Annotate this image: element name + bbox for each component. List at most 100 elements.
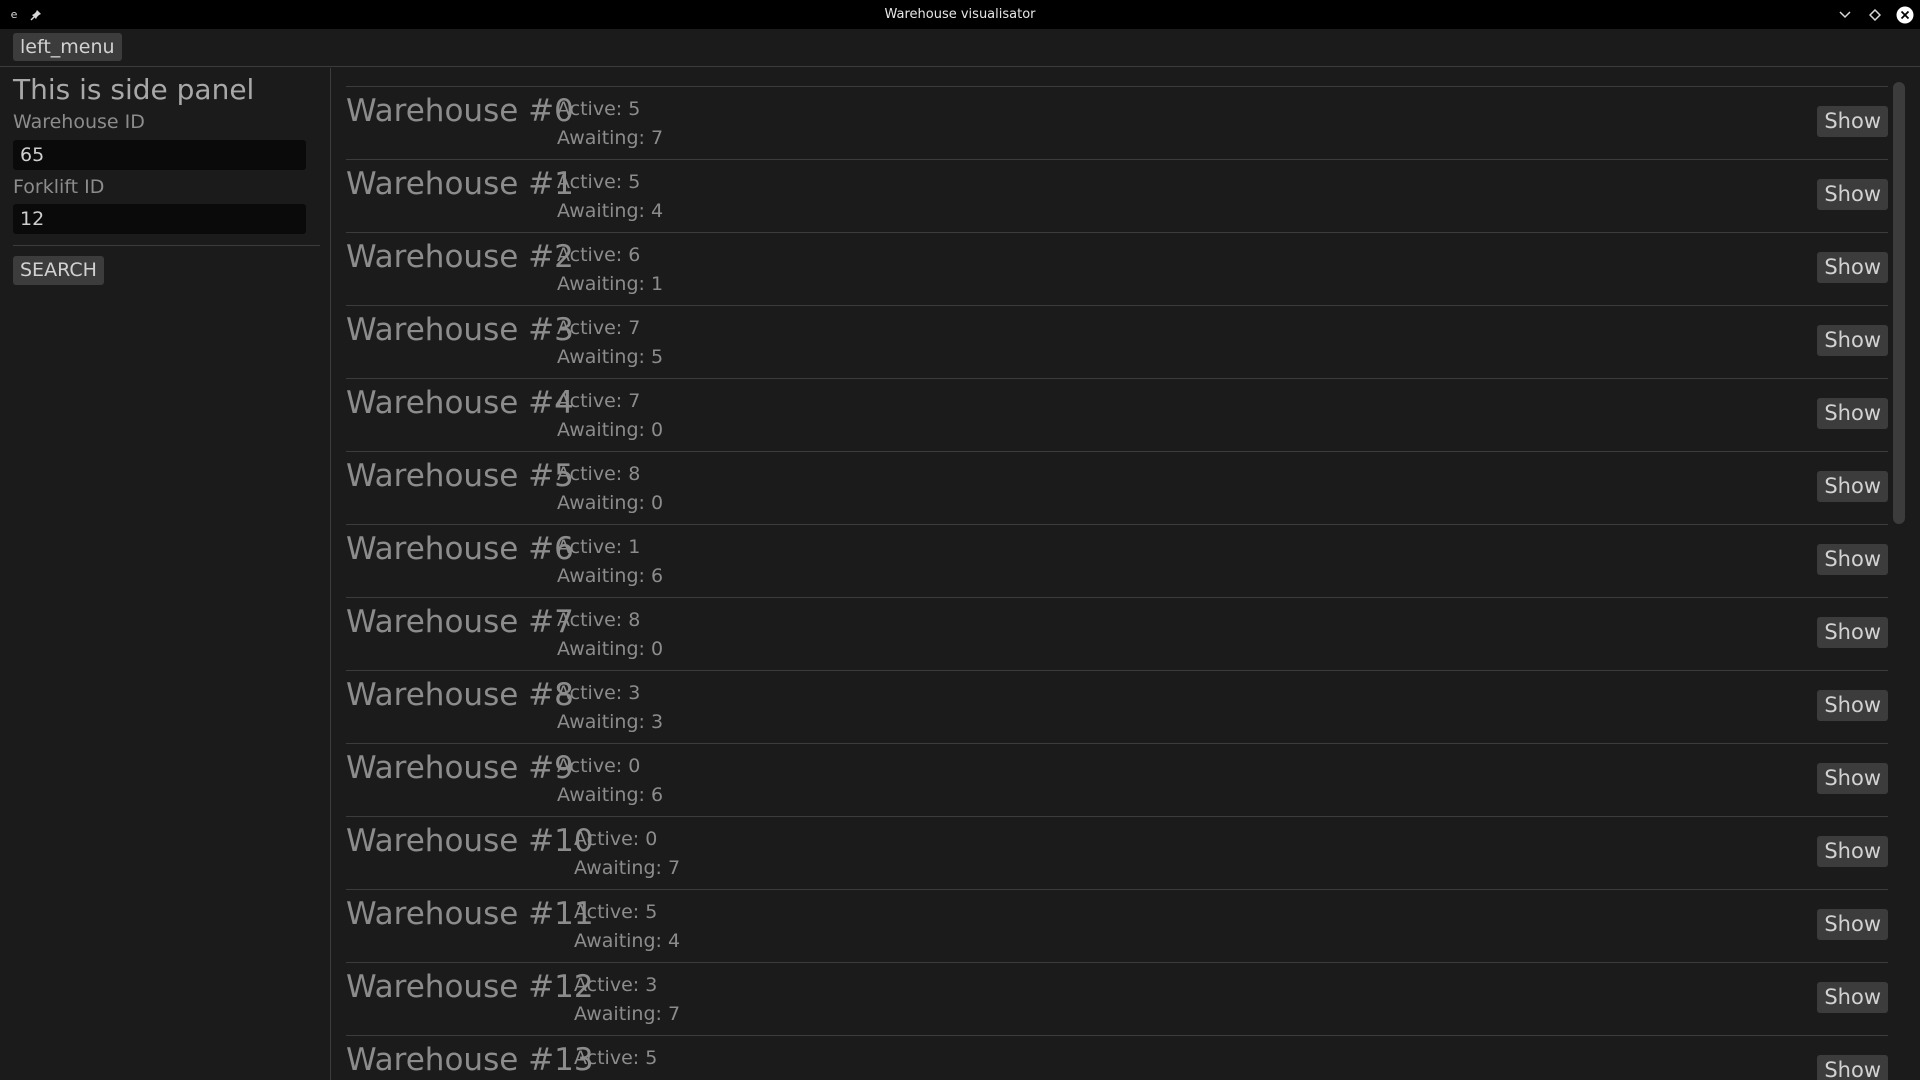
warehouse-name: Warehouse #10 bbox=[346, 823, 594, 859]
close-icon[interactable] bbox=[1896, 6, 1914, 24]
list-scrollbar[interactable] bbox=[1893, 82, 1905, 1080]
warehouse-stats: Active: 5 Awaiting: 7 bbox=[557, 95, 663, 153]
show-button[interactable]: Show bbox=[1817, 325, 1888, 356]
maximize-diamond-icon[interactable] bbox=[1866, 6, 1884, 24]
active-count: Active: 0 bbox=[557, 755, 641, 777]
awaiting-count: Awaiting: 7 bbox=[557, 127, 664, 149]
warehouse-stats: Active: 1 Awaiting: 6 bbox=[557, 533, 663, 591]
show-button[interactable]: Show bbox=[1817, 179, 1888, 210]
active-count: Active: 0 bbox=[574, 828, 658, 850]
warehouse-name: Warehouse #13 bbox=[346, 1042, 594, 1078]
warehouse-row: Warehouse #13 Active: 5 Show bbox=[346, 1035, 1888, 1080]
warehouse-row: Warehouse #11 Active: 5 Awaiting: 4 Show bbox=[346, 889, 1888, 962]
warehouse-row: Warehouse #8 Active: 3 Awaiting: 3 Show bbox=[346, 670, 1888, 743]
warehouse-row: Warehouse #2 Active: 6 Awaiting: 1 Show bbox=[346, 232, 1888, 305]
show-button[interactable]: Show bbox=[1817, 1055, 1888, 1080]
warehouse-row: Warehouse #9 Active: 0 Awaiting: 6 Show bbox=[346, 743, 1888, 816]
awaiting-count: Awaiting: 0 bbox=[557, 492, 664, 514]
warehouse-stats: Active: 8 Awaiting: 0 bbox=[557, 606, 663, 664]
warehouse-name: Warehouse #3 bbox=[346, 312, 574, 348]
warehouse-row: Warehouse #7 Active: 8 Awaiting: 0 Show bbox=[346, 597, 1888, 670]
active-count: Active: 5 bbox=[557, 98, 641, 120]
warehouse-stats: Active: 5 bbox=[574, 1044, 657, 1073]
warehouse-stats: Active: 0 Awaiting: 7 bbox=[574, 825, 680, 883]
awaiting-count: Awaiting: 3 bbox=[557, 711, 664, 733]
search-button[interactable]: SEARCH bbox=[13, 256, 104, 285]
window-titlebar: e Warehouse visualisator bbox=[0, 0, 1920, 29]
scrollbar-thumb[interactable] bbox=[1893, 82, 1905, 524]
active-count: Active: 8 bbox=[557, 463, 641, 485]
awaiting-count: Awaiting: 5 bbox=[557, 346, 664, 368]
warehouse-stats: Active: 0 Awaiting: 6 bbox=[557, 752, 663, 810]
warehouse-name: Warehouse #0 bbox=[346, 93, 574, 129]
warehouse-row: Warehouse #10 Active: 0 Awaiting: 7 Show bbox=[346, 816, 1888, 889]
show-button[interactable]: Show bbox=[1817, 690, 1888, 721]
warehouse-id-field[interactable]: 65 bbox=[13, 140, 306, 170]
warehouse-row: Warehouse #6 Active: 1 Awaiting: 6 Show bbox=[346, 524, 1888, 597]
awaiting-count: Awaiting: 4 bbox=[574, 930, 681, 952]
show-button[interactable]: Show bbox=[1817, 398, 1888, 429]
warehouse-name: Warehouse #1 bbox=[346, 166, 574, 202]
awaiting-count: Awaiting: 7 bbox=[574, 857, 681, 879]
warehouse-name: Warehouse #2 bbox=[346, 239, 574, 275]
forklift-id-field[interactable]: 12 bbox=[13, 204, 306, 234]
awaiting-count: Awaiting: 0 bbox=[557, 419, 664, 441]
show-button[interactable]: Show bbox=[1817, 252, 1888, 283]
left-menu-button[interactable]: left_menu bbox=[13, 33, 122, 61]
warehouse-row: Warehouse #1 Active: 5 Awaiting: 4 Show bbox=[346, 159, 1888, 232]
active-count: Active: 7 bbox=[557, 390, 641, 412]
titlebar-right-controls bbox=[1836, 0, 1914, 29]
warehouse-stats: Active: 5 Awaiting: 4 bbox=[574, 898, 680, 956]
warehouse-stats: Active: 7 Awaiting: 5 bbox=[557, 314, 663, 372]
side-panel: This is side panel Warehouse ID 65 Forkl… bbox=[0, 68, 331, 1080]
active-count: Active: 1 bbox=[557, 536, 641, 558]
show-button[interactable]: Show bbox=[1817, 106, 1888, 137]
warehouse-name: Warehouse #8 bbox=[346, 677, 574, 713]
active-count: Active: 7 bbox=[557, 317, 641, 339]
active-count: Active: 8 bbox=[557, 609, 641, 631]
side-panel-divider bbox=[13, 245, 320, 246]
warehouse-row: Warehouse #0 Active: 5 Awaiting: 7 Show bbox=[346, 86, 1888, 159]
side-panel-title: This is side panel bbox=[13, 73, 255, 106]
show-button[interactable]: Show bbox=[1817, 763, 1888, 794]
warehouse-name: Warehouse #11 bbox=[346, 896, 594, 932]
awaiting-count: Awaiting: 6 bbox=[557, 784, 664, 806]
warehouse-stats: Active: 6 Awaiting: 1 bbox=[557, 241, 663, 299]
warehouse-name: Warehouse #7 bbox=[346, 604, 574, 640]
warehouse-stats: Active: 7 Awaiting: 0 bbox=[557, 387, 663, 445]
show-button[interactable]: Show bbox=[1817, 471, 1888, 502]
warehouse-name: Warehouse #4 bbox=[346, 385, 574, 421]
awaiting-count: Awaiting: 4 bbox=[557, 200, 664, 222]
show-button[interactable]: Show bbox=[1817, 982, 1888, 1013]
warehouse-stats: Active: 3 Awaiting: 3 bbox=[557, 679, 663, 737]
awaiting-count: Awaiting: 7 bbox=[574, 1003, 681, 1025]
active-count: Active: 3 bbox=[574, 974, 658, 996]
active-count: Active: 3 bbox=[557, 682, 641, 704]
warehouse-row: Warehouse #4 Active: 7 Awaiting: 0 Show bbox=[346, 378, 1888, 451]
awaiting-count: Awaiting: 6 bbox=[557, 565, 664, 587]
window-title: Warehouse visualisator bbox=[884, 7, 1036, 22]
show-button[interactable]: Show bbox=[1817, 617, 1888, 648]
warehouse-stats: Active: 8 Awaiting: 0 bbox=[557, 460, 663, 518]
menu-bar: left_menu bbox=[0, 29, 1920, 67]
warehouse-name: Warehouse #12 bbox=[346, 969, 594, 1005]
warehouse-list: Warehouse #0 Active: 5 Awaiting: 7 Show … bbox=[346, 86, 1888, 1080]
show-button[interactable]: Show bbox=[1817, 836, 1888, 867]
warehouse-stats: Active: 3 Awaiting: 7 bbox=[574, 971, 680, 1029]
active-count: Active: 5 bbox=[557, 171, 641, 193]
warehouse-stats: Active: 5 Awaiting: 4 bbox=[557, 168, 663, 226]
warehouse-row: Warehouse #12 Active: 3 Awaiting: 7 Show bbox=[346, 962, 1888, 1035]
warehouse-row: Warehouse #5 Active: 8 Awaiting: 0 Show bbox=[346, 451, 1888, 524]
warehouse-name: Warehouse #5 bbox=[346, 458, 574, 494]
show-button[interactable]: Show bbox=[1817, 544, 1888, 575]
awaiting-count: Awaiting: 0 bbox=[557, 638, 664, 660]
active-count: Active: 5 bbox=[574, 1047, 658, 1069]
warehouse-id-label: Warehouse ID bbox=[13, 111, 145, 133]
forklift-id-label: Forklift ID bbox=[13, 176, 105, 198]
minimize-chevron-down-icon[interactable] bbox=[1836, 6, 1854, 24]
warehouse-name: Warehouse #9 bbox=[346, 750, 574, 786]
show-button[interactable]: Show bbox=[1817, 909, 1888, 940]
active-count: Active: 5 bbox=[574, 901, 658, 923]
warehouse-name: Warehouse #6 bbox=[346, 531, 574, 567]
warehouse-row: Warehouse #3 Active: 7 Awaiting: 5 Show bbox=[346, 305, 1888, 378]
